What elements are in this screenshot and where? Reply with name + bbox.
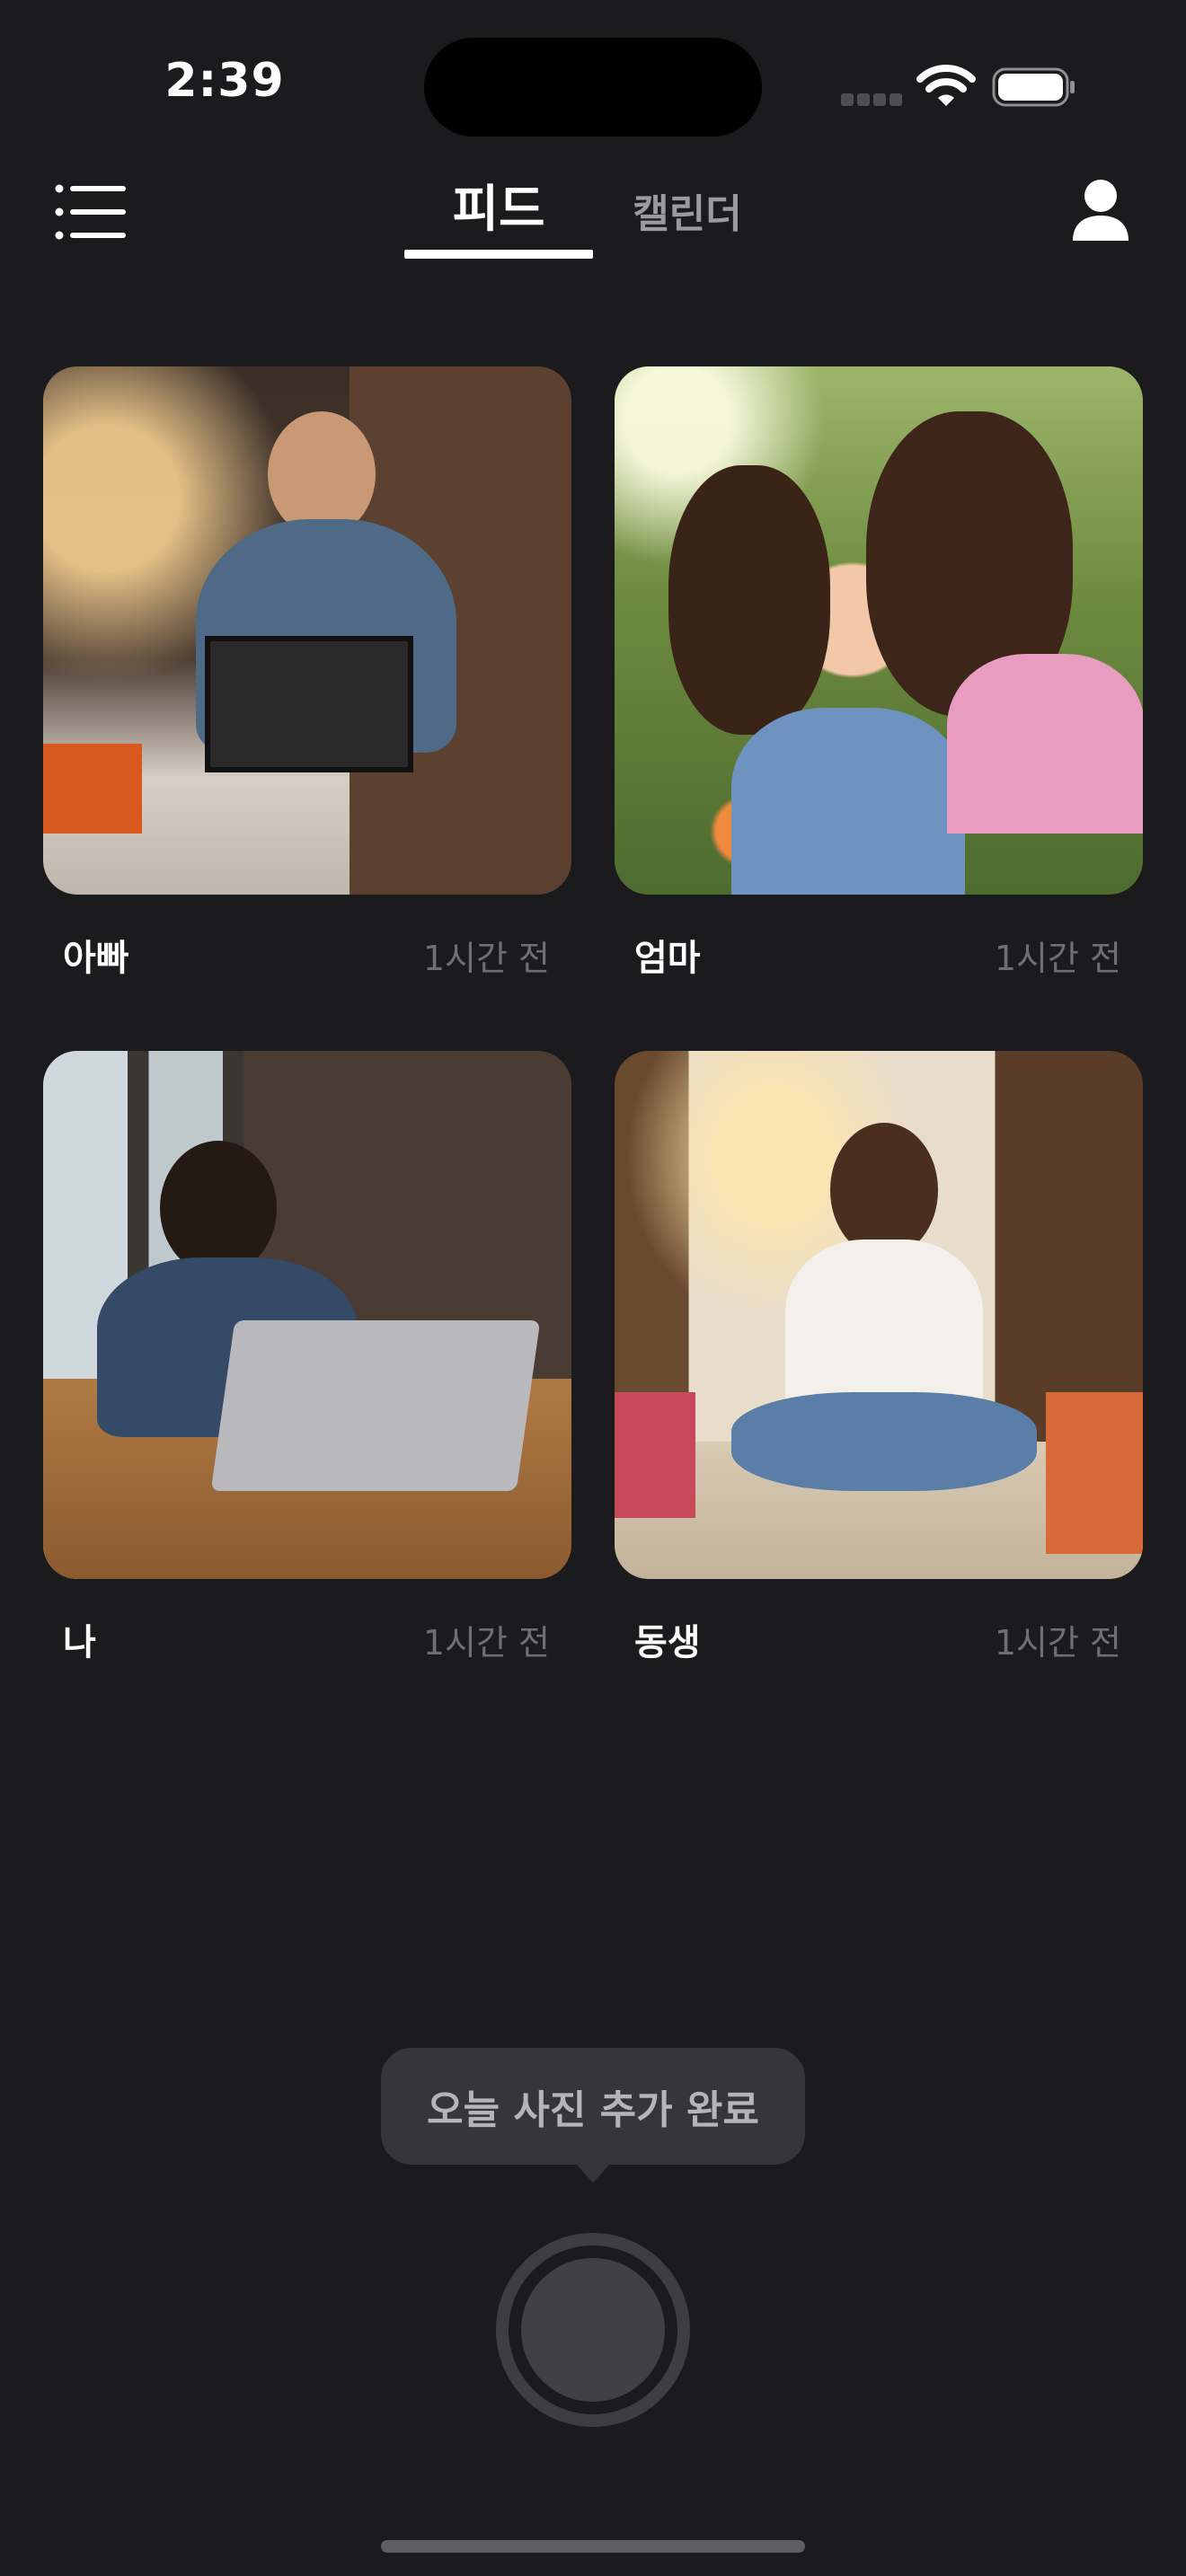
home-indicator[interactable]	[381, 2540, 805, 2553]
card-time: 1시간 전	[994, 939, 1121, 978]
feed-card-me[interactable]: 나 1시간 전	[43, 1051, 571, 1667]
card-name: 아빠	[63, 938, 129, 979]
dynamic-island	[424, 38, 762, 137]
status-time: 2:39	[164, 54, 285, 108]
feed-card-dad[interactable]: 아빠 1시간 전	[43, 366, 571, 983]
wifi-icon	[916, 65, 976, 106]
battery-icon	[992, 67, 1075, 107]
tab-selected-indicator	[404, 250, 593, 259]
tab-feed[interactable]: 피드	[404, 169, 593, 242]
card-time: 1시간 전	[994, 1623, 1121, 1663]
shutter-icon	[521, 2258, 665, 2402]
card-name: 엄마	[634, 938, 701, 979]
photo-added-tooltip: 오늘 사진 추가 완료	[381, 2048, 805, 2165]
photo-mom[interactable]	[615, 366, 1143, 895]
list-icon[interactable]	[54, 180, 128, 244]
photo-me[interactable]	[43, 1051, 571, 1579]
tooltip-arrow	[575, 2163, 611, 2183]
card-time: 1시간 전	[422, 939, 550, 978]
feed-card-mom[interactable]: 엄마 1시간 전	[615, 366, 1143, 983]
card-name: 나	[63, 1622, 96, 1663]
tab-calendar[interactable]: 캘린더	[611, 181, 764, 239]
cellular-signal-icon	[841, 93, 902, 106]
person-icon[interactable]	[1069, 178, 1132, 243]
card-time: 1시간 전	[422, 1623, 550, 1663]
capture-button[interactable]	[496, 2233, 690, 2427]
photo-dad[interactable]	[43, 366, 571, 895]
photo-sister[interactable]	[615, 1051, 1143, 1579]
tooltip-text: 오늘 사진 추가 완료	[427, 2087, 759, 2133]
feed-card-sister[interactable]: 동생 1시간 전	[615, 1051, 1143, 1667]
card-name: 동생	[634, 1622, 701, 1663]
